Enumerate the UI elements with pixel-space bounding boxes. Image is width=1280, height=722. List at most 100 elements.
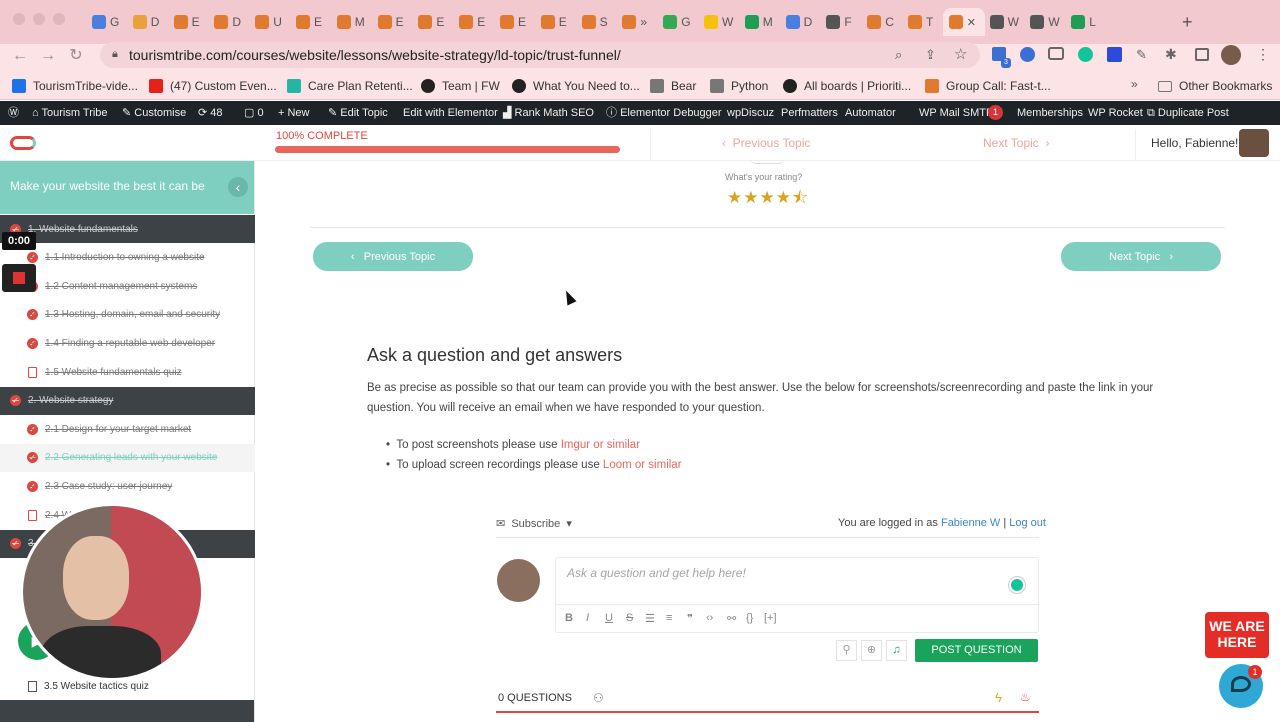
browser-tab[interactable]: G xyxy=(86,8,125,36)
collapse-sidebar-button[interactable]: ‹ xyxy=(228,177,248,197)
sidebar-lesson[interactable]: ✓ 1.4 Finding a reputable web developer xyxy=(0,329,255,357)
password-manager-icon[interactable] xyxy=(1020,47,1035,62)
flame-icon[interactable]: ♨ xyxy=(1020,690,1031,704)
user-profile-link[interactable]: Fabienne W xyxy=(941,517,1000,529)
admin-debugger-link[interactable]: ⓘ Elementor Debugger xyxy=(606,101,722,125)
url-text[interactable]: tourismtribe.com/courses/website/lessons… xyxy=(129,47,621,63)
reload-icon[interactable]: ↻ xyxy=(66,46,86,66)
admin-updates-link[interactable]: ⟳ 48 xyxy=(198,101,223,125)
bookmark-item[interactable]: TourismTribe-vide... xyxy=(12,77,138,95)
subscribe-dropdown[interactable]: ✉ Subscribe ▾ xyxy=(496,517,572,530)
sidebar-section[interactable]: ✓ 1. Website fundamentals xyxy=(0,215,255,243)
sidebar-lesson[interactable]: ✓ 2.2 Generating leads with your website xyxy=(0,443,255,472)
star-icon[interactable]: ⯪ xyxy=(792,188,809,207)
browser-tab[interactable]: E xyxy=(168,8,207,36)
camera-icon[interactable] xyxy=(1048,47,1064,60)
browser-tab[interactable]: U xyxy=(249,8,288,36)
code-block-icon[interactable]: {} xyxy=(746,612,753,624)
zoom-search-icon[interactable]: ⌕ xyxy=(895,47,902,63)
new-tab-button[interactable]: + xyxy=(1182,12,1193,33)
bold-icon[interactable]: B xyxy=(565,612,573,624)
bookmark-item[interactable]: (47) Custom Even... xyxy=(149,77,277,95)
post-question-button[interactable]: POST QUESTION xyxy=(915,639,1038,662)
wordpress-logo-icon[interactable]: Ⓦ xyxy=(8,101,19,125)
extensions-puzzle-icon[interactable]: ✱ xyxy=(1165,46,1177,63)
bookmark-item[interactable]: Care Plan Retenti... xyxy=(287,77,413,95)
user-avatar[interactable] xyxy=(1239,129,1269,157)
we-are-here-badge[interactable]: WE ARE HERE xyxy=(1205,612,1269,658)
italic-icon[interactable]: I xyxy=(586,612,589,624)
sidebar-lesson[interactable]: 1.5 Website fundamentals quiz xyxy=(0,358,255,386)
header-prev-topic[interactable]: ‹ Previous Topic xyxy=(722,136,811,150)
admin-comments-link[interactable]: ▢ 0 xyxy=(244,101,264,125)
admin-smtp-link[interactable]: WP Mail SMTP xyxy=(919,101,993,125)
unordered-list-icon[interactable]: ≡ xyxy=(666,612,672,624)
star-icon[interactable]: ★ xyxy=(760,188,776,207)
browser-tab[interactable]: F xyxy=(820,8,859,36)
bookmark-item[interactable]: All boards | Prioriti... xyxy=(783,77,911,95)
sidebar-section[interactable]: ✓ 2. Website strategy xyxy=(0,386,255,415)
browser-tab[interactable]: C xyxy=(861,8,900,36)
imgur-link[interactable]: Imgur or similar xyxy=(561,439,640,451)
profile-avatar[interactable] xyxy=(1221,45,1241,65)
browser-tab[interactable]: D xyxy=(127,8,166,36)
lightning-icon[interactable]: ϟ xyxy=(995,690,1002,705)
browser-tab[interactable]: W xyxy=(698,8,737,36)
sidebar-lesson[interactable]: ✓ 1.3 Hosting, domain, email and security xyxy=(0,301,255,329)
webcam-bubble[interactable] xyxy=(20,503,204,681)
browser-tab[interactable]: D xyxy=(208,8,247,36)
admin-rocket-link[interactable]: WP Rocket xyxy=(1088,101,1143,125)
sidebar-bottom-item[interactable]: 3.5 Website tactics quiz xyxy=(0,672,254,700)
admin-new-link[interactable]: + New xyxy=(278,101,310,125)
lock-icon[interactable]: 🔒︎ xyxy=(112,48,118,61)
sidebar-lesson[interactable]: ✓ 2.3 Case study: user journey xyxy=(0,472,255,500)
admin-memberships-link[interactable]: Memberships xyxy=(1017,101,1083,125)
browser-tab[interactable]: E xyxy=(412,8,451,36)
bookmark-item[interactable]: What You Need to... xyxy=(512,77,640,95)
rating-stars[interactable]: ★★★★⯪ xyxy=(727,185,809,214)
browser-menu-icon[interactable]: ⋮ xyxy=(1256,46,1270,63)
browser-tab[interactable]: E xyxy=(494,8,533,36)
admin-wpdiscuz-link[interactable]: wpDiscuz xyxy=(727,101,774,125)
close-window-dot[interactable] xyxy=(13,13,25,25)
share-icon[interactable]: ⇪ xyxy=(925,47,936,63)
sidebar-lesson[interactable]: ✓ 1.1 Introduction to owning a website xyxy=(0,244,255,272)
next-topic-button[interactable]: Next Topic › xyxy=(1061,242,1221,271)
header-next-topic[interactable]: Next Topic › xyxy=(983,136,1049,150)
browser-tab[interactable]: » xyxy=(616,8,655,36)
code-icon[interactable]: ‹› xyxy=(706,612,713,624)
browser-tab[interactable]: E xyxy=(372,8,411,36)
bookmark-item[interactable]: Group Call: Fast-t... xyxy=(925,77,1051,95)
underline-icon[interactable]: U xyxy=(605,612,613,624)
admin-elementor-link[interactable]: Edit with Elementor xyxy=(403,101,498,125)
admin-edit-topic-link[interactable]: ✎ Edit Topic xyxy=(328,101,388,125)
browser-tab[interactable]: E xyxy=(535,8,574,36)
bookmark-item[interactable]: Bear xyxy=(650,77,696,95)
sidebar-section-next[interactable] xyxy=(0,700,254,722)
bookmark-item[interactable]: Team | FW xyxy=(421,77,500,95)
run-extension-icon[interactable] xyxy=(1107,47,1122,62)
admin-duplicate-link[interactable]: ⧉ Duplicate Post xyxy=(1147,101,1229,125)
browser-tab[interactable]: D xyxy=(780,8,819,36)
ordered-list-icon[interactable]: ☰ xyxy=(645,612,655,625)
quote-icon[interactable]: ❞ xyxy=(687,612,693,625)
sticky-pin-icon[interactable]: ⚲ xyxy=(836,640,857,661)
browser-tab[interactable]: L xyxy=(1065,8,1104,36)
browser-tab[interactable]: ✕ xyxy=(942,8,985,36)
other-bookmarks[interactable]: Other Bookmarks xyxy=(1158,77,1272,95)
private-lock-icon[interactable]: ⊕ xyxy=(861,640,882,661)
browser-tab[interactable]: W xyxy=(1024,8,1063,36)
edit-extension-icon[interactable]: ✎ xyxy=(1136,47,1147,63)
sidebar-lesson[interactable]: ✓ 2.1 Design for your target market xyxy=(0,415,255,443)
browser-tab[interactable]: E xyxy=(453,8,492,36)
spoiler-icon[interactable]: [+] xyxy=(764,612,777,624)
browser-tab[interactable]: M xyxy=(739,8,778,36)
strikethrough-icon[interactable]: S xyxy=(626,612,633,624)
forward-icon[interactable]: → xyxy=(38,46,58,66)
recording-stop-button[interactable] xyxy=(2,264,36,292)
browser-tab[interactable]: E xyxy=(290,8,329,36)
bookmark-item[interactable]: Python xyxy=(710,77,768,95)
notify-bell-icon[interactable]: ♫ xyxy=(886,640,907,661)
grammarly-icon[interactable] xyxy=(1009,577,1025,593)
grammarly-icon[interactable] xyxy=(1078,47,1093,62)
